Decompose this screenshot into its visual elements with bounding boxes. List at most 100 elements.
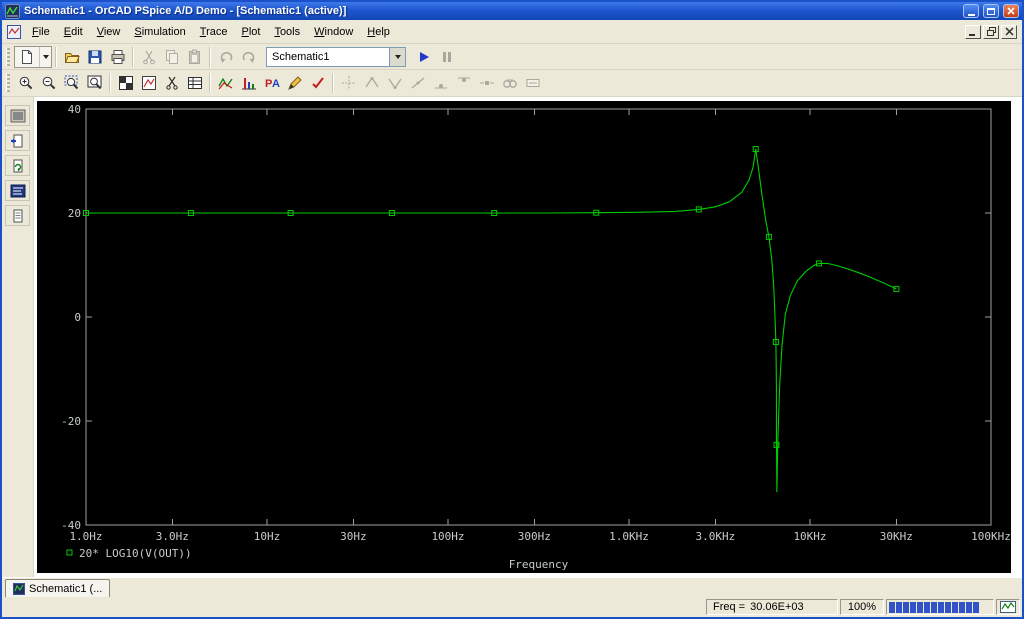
pause-button[interactable] [435, 46, 458, 68]
zoom-area-button[interactable] [60, 72, 83, 94]
status-zoom-panel: 100% [840, 599, 884, 615]
maximize-icon [987, 7, 995, 15]
data-table-button[interactable] [183, 72, 206, 94]
progress-segment [959, 601, 965, 613]
close-button[interactable] [1003, 4, 1019, 18]
print-button[interactable] [106, 46, 129, 68]
chart-toolbar: P A [2, 70, 1022, 97]
x-tick-label: 300Hz [518, 530, 551, 543]
scissors-icon [142, 50, 155, 64]
x-tick-label: 1.0KHz [609, 530, 649, 543]
cursor-slope-button[interactable] [406, 72, 429, 94]
close-icon [1007, 7, 1015, 15]
fourier-button[interactable] [237, 72, 260, 94]
mdi-restore-button[interactable] [983, 24, 999, 39]
menu-window[interactable]: Window [307, 22, 360, 42]
view-output-file-button[interactable] [5, 205, 30, 226]
pencil-icon [287, 76, 302, 90]
x-tick-label: 3.0KHz [695, 530, 735, 543]
cursor-search-button[interactable] [498, 72, 521, 94]
progress-segment [917, 601, 923, 613]
zoom-out-button[interactable] [37, 72, 60, 94]
zoom-area-icon [64, 75, 78, 90]
legend-label: 20* LOG10(V(OUT)) [79, 547, 192, 560]
legend-marker [66, 549, 73, 556]
add-trace-icon [217, 77, 233, 90]
tab-label: Schematic1 (... [29, 582, 103, 595]
cursor-min-icon [434, 84, 447, 89]
menu-simulation[interactable]: Simulation [127, 22, 192, 42]
cursor-slope-icon [411, 77, 424, 89]
toggle-cursor-button[interactable] [337, 72, 360, 94]
cursor-min-button[interactable] [429, 72, 452, 94]
save-button[interactable] [83, 46, 106, 68]
status-bar: Freq = 30.06E+03 100% [2, 597, 1022, 617]
cut-plot-button[interactable] [160, 72, 183, 94]
status-frequency-panel: Freq = 30.06E+03 [706, 599, 838, 615]
view-output-window-button[interactable] [5, 180, 30, 201]
cursor-point-button[interactable] [475, 72, 498, 94]
progress-segment [889, 601, 895, 613]
cursor-max-button[interactable] [452, 72, 475, 94]
goal-function-button[interactable] [283, 72, 306, 94]
toolbar-grip[interactable] [6, 74, 10, 92]
combobox-dropdown-button[interactable] [389, 47, 405, 66]
plot-grid-button[interactable] [114, 72, 137, 94]
maximize-button[interactable] [983, 4, 999, 18]
tab-schematic1[interactable]: Schematic1 (... [5, 579, 111, 597]
x-tick-label: 30Hz [340, 530, 367, 543]
minimize-button[interactable] [963, 4, 979, 18]
redo-button[interactable] [237, 46, 260, 68]
cursor-trough-button[interactable] [383, 72, 406, 94]
mark-label-button[interactable] [521, 72, 544, 94]
menu-help[interactable]: Help [360, 22, 397, 42]
toolbar-grip[interactable] [6, 47, 10, 66]
child-window-icon [7, 24, 21, 39]
paste-clipboard-icon [188, 49, 200, 64]
bode-plot[interactable]: 1.0Hz 3.0Hz 10Hz 30Hz 100Hz 300Hz 1.0KHz 3.0KHz… [37, 101, 1011, 573]
paste-button[interactable] [183, 46, 206, 68]
progress-segment [903, 601, 909, 613]
view-simulation-queue-button[interactable] [5, 155, 30, 176]
open-button[interactable] [60, 46, 83, 68]
mdi-close-icon [1004, 27, 1014, 36]
document-tab-bar: Schematic1 (... [2, 577, 1022, 597]
evaluate-measurement-button[interactable] [306, 72, 329, 94]
menu-tools[interactable]: Tools [267, 22, 307, 42]
progress-segment [931, 601, 937, 613]
axis-chart-icon [141, 76, 156, 90]
new-simulation-dropdown[interactable] [39, 46, 51, 67]
undo-button[interactable] [214, 46, 237, 68]
run-button[interactable] [412, 46, 435, 68]
cursor-peak-button[interactable] [360, 72, 383, 94]
mdi-minimize-button[interactable] [965, 24, 981, 39]
copy-button[interactable] [160, 46, 183, 68]
axis-settings-button[interactable] [137, 72, 160, 94]
probe-window: 1.0Hz 3.0Hz 10Hz 30Hz 100Hz 300Hz 1.0KHz 3.0KHz… [34, 97, 1022, 577]
status-sim-icon-panel [996, 599, 1020, 615]
menu-plot[interactable]: Plot [234, 22, 267, 42]
menu-trace[interactable]: Trace [193, 22, 235, 42]
scissors-plot-icon [165, 76, 178, 90]
view-schematic-page-button[interactable] [5, 130, 30, 151]
zoom-fit-button[interactable] [83, 72, 106, 94]
menu-file[interactable]: File [25, 22, 57, 42]
cut-button[interactable] [137, 46, 160, 68]
pause-icon [442, 51, 451, 62]
red-check-icon [311, 77, 324, 89]
binoculars-icon [502, 79, 517, 88]
view-simulation-results-button[interactable] [5, 105, 30, 126]
main-toolbar: Schematic1 [2, 44, 1022, 70]
simulation-profile-combobox[interactable]: Schematic1 [266, 46, 406, 67]
new-simulation-button[interactable] [14, 45, 52, 68]
cursor-max-icon [457, 77, 470, 82]
add-trace-button[interactable] [214, 72, 237, 94]
mdi-close-button[interactable] [1001, 24, 1017, 39]
redo-arrow-icon [242, 51, 254, 63]
performance-analysis-button[interactable]: P A [260, 72, 283, 94]
menu-view[interactable]: View [90, 22, 128, 42]
freq-value: 30.06E+03 [750, 601, 804, 613]
menu-edit[interactable]: Edit [57, 22, 90, 42]
zoom-in-button[interactable] [14, 72, 37, 94]
plot-canvas[interactable]: 1.0Hz 3.0Hz 10Hz 30Hz 100Hz 300Hz 1.0KHz 3.0KHz… [37, 101, 1011, 573]
